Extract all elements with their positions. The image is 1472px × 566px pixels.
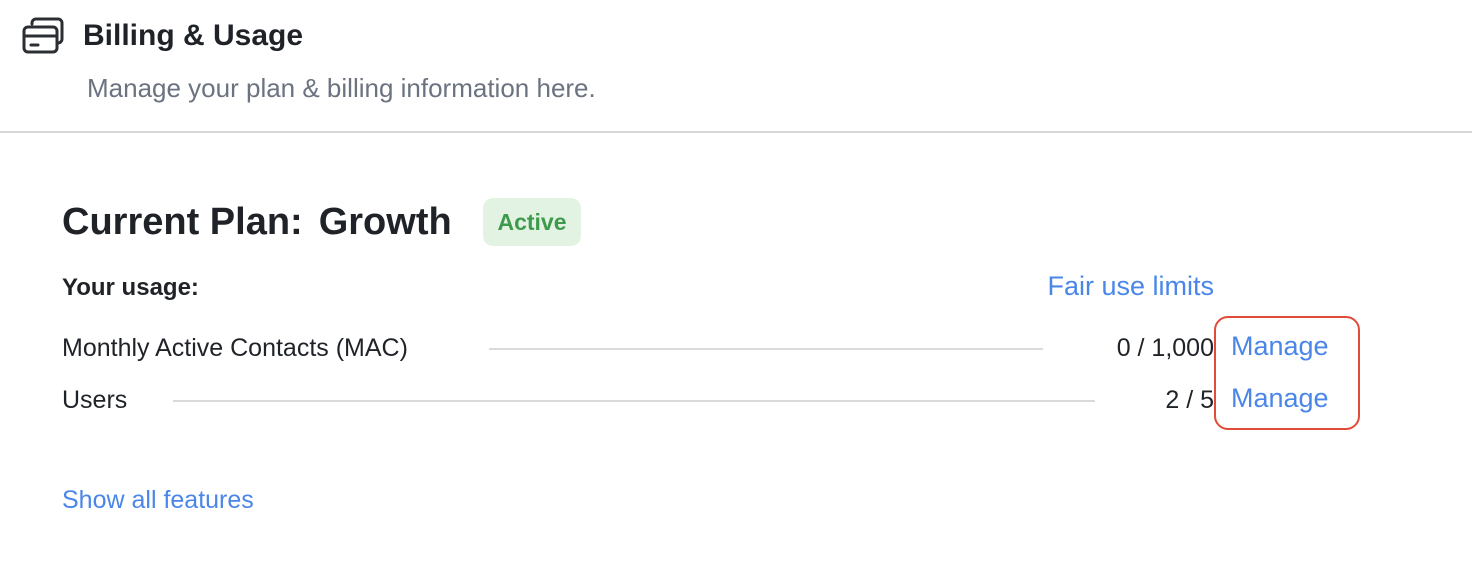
page-title: Billing & Usage [83,19,304,52]
usage-row-divider [489,348,1043,350]
usage-title: Your usage: [62,274,199,301]
manage-highlight-box [1214,316,1360,430]
usage-row-label: Monthly Active Contacts (MAC) [62,334,408,362]
header-divider [0,131,1472,133]
current-plan-label: Current Plan: [62,200,303,243]
usage-row-mac: Monthly Active Contacts (MAC) 0 / 1,000 [62,330,1214,366]
billing-usage-page: Billing & Usage Manage your plan & billi… [0,0,1472,566]
usage-row-value: 0 / 1,000 [1116,334,1214,362]
usage-row-label: Users [62,386,128,414]
credit-card-stack-icon [22,17,64,55]
usage-row-divider [173,400,1095,402]
page-subtitle: Manage your plan & billing information h… [87,73,596,103]
status-badge: Active [483,198,581,246]
show-all-features-link[interactable]: Show all features [62,482,254,518]
fair-use-limits-link[interactable]: Fair use limits [1047,268,1214,304]
current-plan-name: Growth [318,200,452,243]
current-plan-heading: Current Plan: Growth [62,198,452,246]
usage-row-users: Users 2 / 5 [62,382,1214,418]
usage-row-value: 2 / 5 [1165,386,1214,414]
